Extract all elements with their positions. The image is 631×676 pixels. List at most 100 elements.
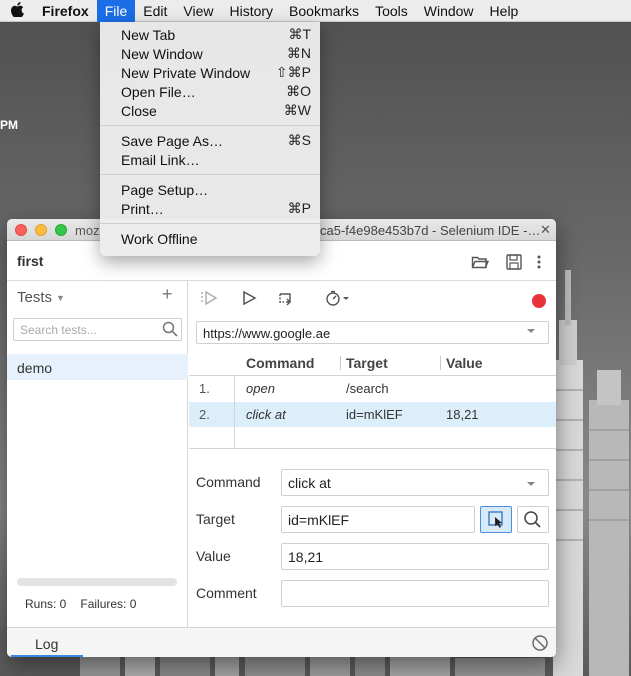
menu-item-new-window[interactable]: New Window ⌘N [100,44,320,63]
run-all-tests-icon[interactable] [199,289,219,307]
row-target: id=mKlEF [346,407,403,422]
menu-item-page-setup[interactable]: Page Setup… [100,180,320,199]
row-command: click at [246,407,286,422]
comment-input[interactable] [281,580,549,607]
menu-edit[interactable]: Edit [135,0,175,22]
menu-item-shortcut: ⌘T [288,26,311,42]
log-tab[interactable]: Log [35,636,58,652]
selenium-ide-window: moz ca5-f4e98e453b7d - Selenium IDE -… ✕… [7,219,556,657]
tests-sidebar: Tests▼ + demo Runs: 0 Failures: 0 [7,281,188,627]
active-tab-indicator [11,655,83,657]
menu-bar: Firefox File Edit View History Bookmarks… [0,0,631,22]
menu-item-work-offline[interactable]: Work Offline [100,229,320,248]
speed-timer-icon[interactable] [325,289,351,307]
menu-item-label: Close [121,102,157,119]
menu-item-shortcut: ⌘W [283,102,311,118]
file-menu-dropdown: New Tab ⌘T New Window ⌘N New Private Windo… [100,22,320,256]
menu-item-label: Open File… [121,83,196,100]
menu-item-open-file[interactable]: Open File… ⌘O [100,82,320,101]
window-zoom-button[interactable] [55,224,67,236]
desktop-clock-fragment: PM [0,118,18,132]
log-panel-bar: Log [7,627,556,657]
select-target-icon [488,511,503,528]
chevron-down-icon [527,329,535,333]
menu-firefox[interactable]: Firefox [34,0,97,22]
menu-item-label: Work Offline [121,230,198,247]
search-tests-input[interactable] [13,318,182,341]
menu-item-label: Print… [121,200,164,217]
base-url-select[interactable]: https://www.google.ae [196,321,549,344]
row-number: 1. [199,381,210,396]
add-test-button[interactable]: + [162,284,173,305]
menu-item-shortcut: ⇧⌘P [275,64,311,80]
menu-item-shortcut: ⌘O [286,83,311,99]
menu-item-label: New Tab [121,26,176,43]
menu-file[interactable]: File [96,0,136,22]
menu-item-print[interactable]: Print… ⌘P [100,199,320,218]
menu-history[interactable]: History [221,0,281,22]
row-command: open [246,381,275,396]
test-progress-bar [17,578,177,586]
column-header-value: Value [446,355,483,371]
table-header: Command Target Value [189,351,556,376]
playback-toolbar [189,281,556,315]
target-input[interactable]: id=mKlEF [281,506,475,533]
menu-item-label: New Window [121,45,203,62]
table-row-selected[interactable]: 2. click at id=mKlEF 18,21 [189,402,556,427]
column-header-command: Command [246,355,315,371]
value-input[interactable]: 18,21 [281,543,549,570]
menu-item-label: Save Page As… [121,132,223,149]
window-minimize-button[interactable] [35,224,47,236]
close-icon[interactable]: ✕ [540,222,551,238]
step-over-icon[interactable] [277,289,297,307]
row-number: 2. [199,407,210,422]
failures-count: Failures: 0 [80,597,137,611]
menu-item-close[interactable]: Close ⌘W [100,101,320,120]
save-project-icon[interactable] [505,253,523,271]
clear-log-icon[interactable] [531,634,549,652]
row-target: /search [346,381,389,396]
menu-separator [100,174,320,175]
window-close-button[interactable] [15,224,27,236]
open-project-icon[interactable] [471,253,489,271]
menu-bookmarks[interactable]: Bookmarks [281,0,367,22]
column-divider [340,356,341,370]
menu-help[interactable]: Help [482,0,527,22]
menu-view[interactable]: View [175,0,221,22]
menu-window[interactable]: Window [416,0,482,22]
menu-item-label: New Private Window [121,64,251,81]
select-target-button[interactable] [480,506,512,533]
window-title-tail: ca5-f4e98e453b7d - Selenium IDE -… [320,223,541,238]
menu-item-shortcut: ⌘N [286,45,311,61]
tests-header-label: Tests [17,289,53,306]
target-label: Target [196,511,235,527]
menu-item-save-page-as[interactable]: Save Page As… ⌘S [100,131,320,150]
command-table: Command Target Value 1. open /search 2. … [189,351,556,448]
menu-item-label: Page Setup… [121,181,209,198]
find-target-button[interactable] [517,506,549,533]
apple-icon[interactable] [0,1,34,20]
menu-item-email-link[interactable]: Email Link… [100,150,320,169]
command-label: Command [196,474,261,490]
menu-item-new-private-window[interactable]: New Private Window ⇧⌘P [100,63,320,82]
table-row[interactable]: 1. open /search [189,376,556,401]
value-label: Value [196,548,231,564]
command-select[interactable]: click at [281,469,549,496]
project-name[interactable]: first [17,253,43,269]
run-current-test-icon[interactable] [239,289,259,307]
menu-tools[interactable]: Tools [367,0,416,22]
menu-separator [100,223,320,224]
record-button[interactable] [532,294,546,308]
chevron-down-icon: ▼ [56,293,65,304]
more-options-icon[interactable] [530,253,548,271]
menu-item-new-tab[interactable]: New Tab ⌘T [100,25,320,44]
menu-item-label: Email Link… [121,151,200,168]
menu-item-shortcut: ⌘P [287,200,311,216]
tests-dropdown[interactable]: Tests ▼ [17,289,65,306]
runs-count: Runs: 0 [25,597,67,611]
menu-item-shortcut: ⌘S [287,132,311,148]
column-divider [440,356,441,370]
test-item-demo[interactable]: demo [7,354,188,380]
run-stats: Runs: 0 Failures: 0 [25,597,136,611]
column-header-target: Target [346,355,388,371]
